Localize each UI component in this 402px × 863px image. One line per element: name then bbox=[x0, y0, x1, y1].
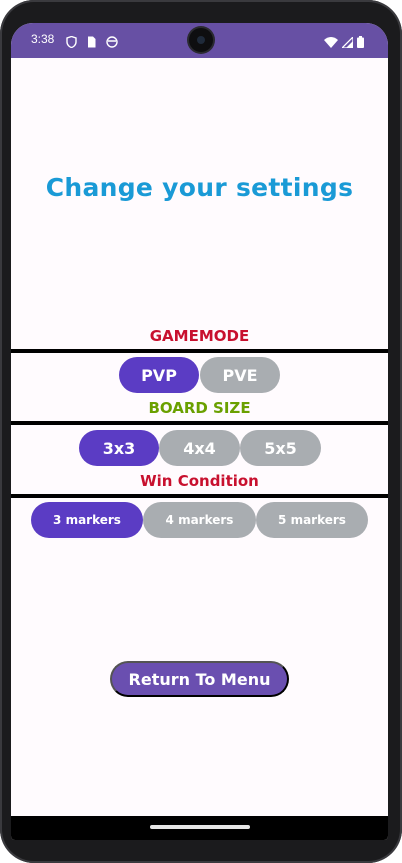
screen: 3:38 Change your settings GAMEMODE PVP P… bbox=[11, 23, 388, 840]
wifi-icon bbox=[324, 33, 338, 52]
page-title: Change your settings bbox=[45, 173, 354, 202]
navigation-bar bbox=[11, 816, 388, 840]
status-bar: 3:38 bbox=[11, 23, 388, 58]
camera-cutout bbox=[189, 28, 213, 52]
board-size-4x4-button[interactable]: 4x4 bbox=[159, 430, 240, 466]
battery-icon bbox=[357, 33, 364, 52]
board-size-3x3-button[interactable]: 3x3 bbox=[79, 430, 159, 466]
win-5-markers-button[interactable]: 5 markers bbox=[256, 502, 368, 538]
shield-icon bbox=[66, 33, 77, 49]
status-icons-left bbox=[66, 33, 118, 49]
win-3-markers-button[interactable]: 3 markers bbox=[31, 502, 143, 538]
win-condition-label: Win Condition bbox=[140, 472, 259, 490]
gamemode-pvp-button[interactable]: PVP bbox=[119, 357, 199, 393]
face-icon bbox=[106, 33, 118, 48]
win-condition-divider bbox=[11, 494, 388, 498]
win-4-markers-button[interactable]: 4 markers bbox=[143, 502, 256, 538]
gamemode-label: GAMEMODE bbox=[149, 327, 250, 345]
board-size-divider bbox=[11, 421, 388, 425]
status-icons-right bbox=[324, 33, 364, 52]
gamemode-pve-button[interactable]: PVE bbox=[200, 357, 280, 393]
sim-card-icon bbox=[86, 33, 97, 48]
return-to-menu-button[interactable]: Return To Menu bbox=[110, 661, 289, 697]
board-size-label: BOARD SIZE bbox=[148, 399, 251, 417]
board-size-5x5-button[interactable]: 5x5 bbox=[240, 430, 321, 466]
phone-frame: 3:38 Change your settings GAMEMODE PVP P… bbox=[0, 0, 402, 863]
gamemode-divider bbox=[11, 349, 388, 353]
signal-icon bbox=[340, 33, 354, 52]
home-gesture-handle[interactable] bbox=[150, 825, 250, 829]
status-time: 3:38 bbox=[31, 32, 55, 46]
